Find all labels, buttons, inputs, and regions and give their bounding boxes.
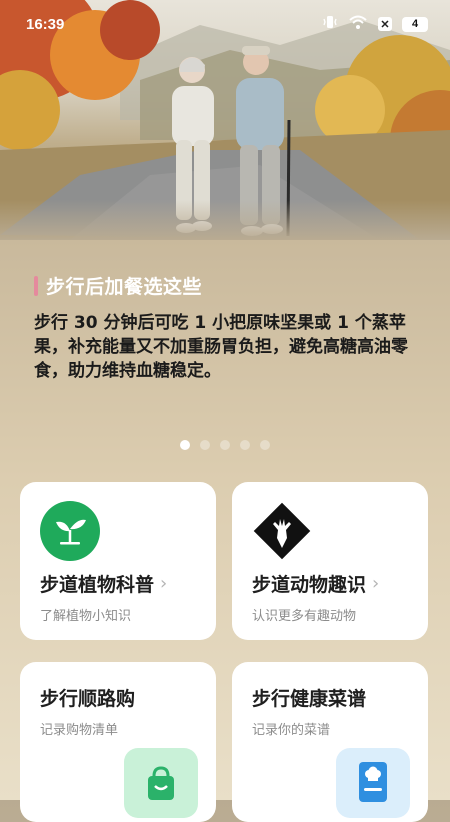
recipes-card[interactable]: 步行健康菜谱 记录你的菜谱 (232, 662, 428, 822)
plants-card[interactable]: 步道植物科普 › 了解植物小知识 (20, 482, 216, 640)
vibrate-icon (322, 14, 338, 35)
tip-article[interactable]: 步行后加餐选这些 步行 30 分钟后可吃 1 小把原味坚果或 1 个蒸苹果，补充… (0, 272, 450, 383)
page-dot-2[interactable] (200, 440, 210, 450)
animals-card-title: 步道动物趣识 (252, 574, 367, 596)
accent-bar (34, 275, 38, 296)
shopping-bag-icon (148, 766, 174, 800)
page-dot-3[interactable] (220, 440, 230, 450)
carousel-pagination[interactable] (0, 440, 450, 450)
plants-card-title: 步道植物科普 (40, 574, 155, 596)
recipes-card-title: 步行健康菜谱 (252, 688, 367, 710)
deer-icon (252, 501, 312, 561)
battery-icon: 4 (402, 16, 428, 32)
shopping-card-subtitle: 记录购物清单 (40, 723, 119, 738)
animals-card-title-row: 步道动物趣识 › (252, 570, 379, 597)
page-dot-1[interactable] (180, 440, 190, 450)
plants-card-subtitle: 了解植物小知识 (40, 609, 132, 624)
chef-card-icon (359, 762, 387, 802)
no-sim-icon: ✕ (378, 17, 392, 31)
shopping-card[interactable]: 步行顺路购 记录购物清单 (20, 662, 216, 822)
article-title: 步行后加餐选这些 (46, 276, 203, 298)
plants-card-title-row: 步道植物科普 › (40, 570, 167, 597)
chevron-right-icon: › (372, 573, 380, 594)
page-dot-4[interactable] (240, 440, 250, 450)
wifi-icon (348, 14, 368, 35)
recipes-card-subtitle: 记录你的菜谱 (252, 723, 331, 738)
article-title-row: 步行后加餐选这些 (0, 272, 450, 299)
recipe-tile (336, 748, 410, 818)
status-bar: 16:39 ✕ 4 (0, 0, 450, 48)
status-time: 16:39 (26, 15, 65, 33)
animals-card-subtitle: 认识更多有趣动物 (252, 609, 357, 624)
article-body: 步行 30 分钟后可吃 1 小把原味坚果或 1 个蒸苹果，补充能量又不加重肠胃负… (34, 313, 408, 381)
page-dot-5[interactable] (260, 440, 270, 450)
sprout-icon (40, 501, 100, 561)
shopping-bag-tile (124, 748, 198, 818)
status-icons: ✕ 4 (322, 14, 428, 35)
chevron-right-icon: › (160, 573, 168, 594)
shopping-card-title: 步行顺路购 (40, 688, 136, 710)
animals-card[interactable]: 步道动物趣识 › 认识更多有趣动物 (232, 482, 428, 640)
